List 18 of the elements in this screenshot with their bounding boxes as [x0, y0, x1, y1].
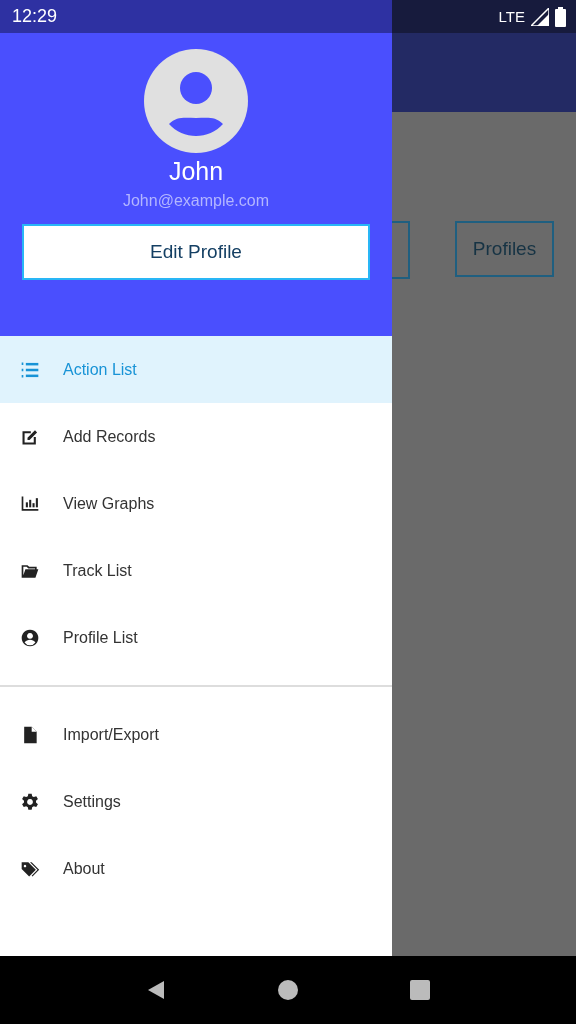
menu-item[interactable]: View Graphs — [0, 470, 392, 537]
avatar-icon — [144, 49, 248, 153]
signal-icon — [531, 7, 549, 26]
menu-item[interactable]: Import/Export — [0, 701, 392, 768]
menu-item[interactable]: Add Records — [0, 403, 392, 470]
menu-item[interactable]: Track List — [0, 537, 392, 604]
recents-icon[interactable] — [408, 978, 432, 1002]
network-type: LTE — [498, 8, 525, 25]
battery-icon — [555, 6, 566, 27]
edit-profile-button[interactable]: Edit Profile — [22, 224, 370, 280]
menu-item[interactable]: Settings — [0, 768, 392, 835]
gear-icon — [20, 791, 40, 812]
profile-name: John — [168, 157, 224, 186]
menu-item[interactable]: About — [0, 835, 392, 902]
home-icon[interactable] — [276, 978, 300, 1002]
profile-email: John@example.com — [122, 192, 270, 210]
menu-item[interactable]: Profile List — [0, 604, 392, 671]
status-time: 12:29 — [12, 6, 58, 27]
